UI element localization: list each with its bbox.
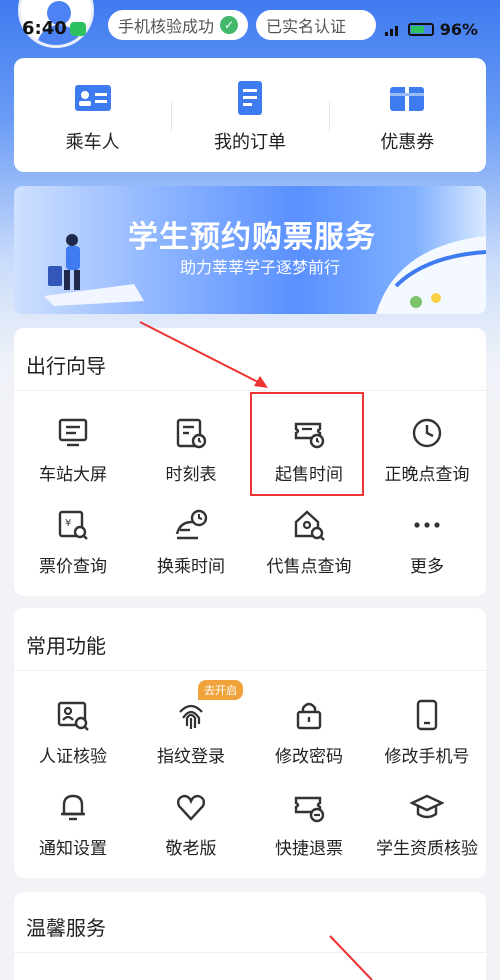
bell-icon <box>61 794 85 821</box>
common-functions-card: 常用功能 人证核验 去开启 指纹登录 修改密码 修改手机号 通知设置 敬老版 快… <box>14 608 486 878</box>
banner-title: 学生预约购票服务 <box>128 220 376 255</box>
guide-item-label: 时刻表 <box>165 465 217 485</box>
guide-item-fare-query[interactable]: ¥ 票价查询 <box>14 502 132 594</box>
common-item-label: 修改密码 <box>275 747 343 767</box>
phone-icon <box>416 699 438 731</box>
wechat-icon <box>70 22 86 36</box>
guide-item-agency-query[interactable]: 代售点查询 <box>250 502 368 594</box>
refund-ticket-icon <box>294 796 325 823</box>
check-icon: ✓ <box>220 16 238 34</box>
travel-guide-title: 出行向导 <box>26 354 106 378</box>
more-dots-icon <box>414 522 440 528</box>
common-item-label: 快捷退票 <box>275 839 343 859</box>
realname-verified-label: 已实名认证 <box>266 17 347 36</box>
quick-item-passenger[interactable]: 乘车人 <box>14 78 171 154</box>
common-item-label: 通知设置 <box>39 839 107 859</box>
guide-item-transfer-time[interactable]: 换乘时间 <box>132 502 250 594</box>
common-item-change-phone[interactable]: 修改手机号 <box>368 692 486 784</box>
guide-item-delay-query[interactable]: 正晚点查询 <box>368 410 486 502</box>
passenger-card-icon <box>74 85 111 111</box>
fare-search-icon: ¥ <box>58 510 88 540</box>
train-illustration <box>376 236 486 314</box>
graduation-cap-icon <box>410 794 444 819</box>
common-item-label: 敬老版 <box>165 839 217 859</box>
guide-item-label: 换乘时间 <box>157 557 225 577</box>
warm-services-card: 温馨服务 <box>14 892 486 980</box>
transfer-time-icon <box>175 509 208 540</box>
guide-item-station-screen[interactable]: 车站大屏 <box>14 410 132 502</box>
guide-item-label: 代售点查询 <box>266 557 352 577</box>
quick-item-label: 我的订单 <box>213 132 286 153</box>
realname-verified-chip[interactable]: 已实名认证 <box>256 10 376 40</box>
fingerprint-icon <box>179 704 203 729</box>
highlight-box <box>250 392 364 496</box>
quick-access-card: 乘车人 我的订单 优惠券 <box>14 58 486 172</box>
guide-item-more[interactable]: 更多 <box>368 502 486 594</box>
status-time: 6:40 <box>22 18 67 39</box>
battery-icon <box>407 23 434 36</box>
guide-item-label: 正晚点查询 <box>384 465 470 485</box>
clock-icon <box>412 418 442 448</box>
banner-subtitle: 助力莘莘学子逐梦前行 <box>180 258 341 277</box>
common-item-student-verify[interactable]: 学生资质核验 <box>368 784 486 876</box>
system-icons: 96% <box>384 20 478 39</box>
quick-item-orders[interactable]: 我的订单 <box>171 78 328 154</box>
quick-item-coupons[interactable]: 优惠券 <box>328 78 486 154</box>
quick-item-label: 乘车人 <box>65 132 120 153</box>
common-functions-title: 常用功能 <box>26 634 106 658</box>
guide-item-label: 更多 <box>410 557 444 577</box>
phone-verified-label: 手机核验成功 <box>118 17 215 36</box>
common-item-label: 修改手机号 <box>384 747 470 767</box>
enable-badge[interactable]: 去开启 <box>198 680 243 700</box>
svg-text:¥: ¥ <box>65 518 71 529</box>
heart-icon <box>176 794 206 821</box>
battery-level: 96% <box>439 20 478 39</box>
common-item-fingerprint-login[interactable]: 去开启 指纹登录 <box>132 680 250 784</box>
common-item-change-password[interactable]: 修改密码 <box>250 692 368 784</box>
common-item-label: 指纹登录 <box>157 747 225 767</box>
lock-icon <box>296 702 322 730</box>
guide-item-label: 车站大屏 <box>39 465 107 485</box>
common-item-id-verify[interactable]: 人证核验 <box>14 692 132 784</box>
quick-item-label: 优惠券 <box>380 132 435 153</box>
warm-services-title: 温馨服务 <box>26 916 106 940</box>
common-item-notification-settings[interactable]: 通知设置 <box>14 784 132 876</box>
signal-icon <box>384 25 398 36</box>
common-item-elder-mode[interactable]: 敬老版 <box>132 784 250 876</box>
order-document-icon <box>237 81 262 115</box>
guide-item-timetable[interactable]: 时刻表 <box>132 410 250 502</box>
status-bar: 6:40 手机核验成功 ✓ 已实名认证 96% <box>0 0 500 56</box>
timetable-icon <box>176 418 207 449</box>
id-verify-icon <box>57 701 89 731</box>
guide-item-label: 票价查询 <box>39 557 107 577</box>
common-item-label: 学生资质核验 <box>376 839 478 859</box>
agency-search-icon <box>294 510 325 541</box>
common-item-quick-refund[interactable]: 快捷退票 <box>250 784 368 876</box>
station-screen-icon <box>58 418 88 447</box>
phone-verified-chip[interactable]: 手机核验成功 ✓ <box>108 10 248 40</box>
coupon-icon <box>390 84 425 114</box>
student-ticket-banner[interactable]: 学生预约购票服务 助力莘莘学子逐梦前行 <box>14 186 486 314</box>
common-item-label: 人证核验 <box>39 747 107 767</box>
